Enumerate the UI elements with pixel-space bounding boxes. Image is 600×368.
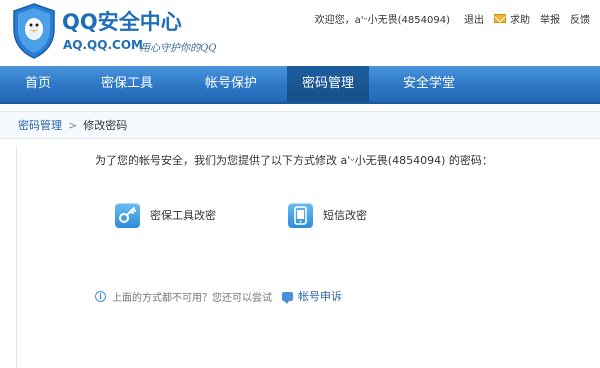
breadcrumb-password-management[interactable]: 密码管理 <box>18 117 62 133</box>
content-panel <box>16 146 600 368</box>
main-nav: 首页 密保工具 帐号保护 密码管理 安全学堂 <box>0 66 600 104</box>
nav-item-password-management[interactable]: 密码管理 <box>287 66 369 102</box>
key-icon <box>115 202 140 228</box>
nav-item-security-tools[interactable]: 密保工具 <box>82 66 172 102</box>
intro-text: 为了您的帐号安全，我们为您提供了以下方式修改 a'ᵕ小无畏(4854094) 的… <box>95 154 493 167</box>
nav-item-home[interactable]: 首页 <box>8 66 68 102</box>
fallback-hint: i 上面的方式都不可用？您还可以尝试 帐号申诉 <box>95 288 342 304</box>
welcome-text: 欢迎您，a'ᵕ小无畏(4854094) <box>314 14 450 26</box>
nav-item-security-school[interactable]: 安全学堂 <box>384 66 474 102</box>
option-security-tool-change[interactable]: 密保工具改密 <box>115 202 216 228</box>
info-icon: i <box>95 290 106 302</box>
phone-icon <box>288 202 313 228</box>
chat-bubble-icon <box>282 291 293 304</box>
top-links: 欢迎您，a'ᵕ小无畏(4854094) 退出 求助 举报 反馈 <box>315 10 600 26</box>
account-appeal-label[interactable]: 帐号申诉 <box>298 288 342 304</box>
breadcrumb-current: 修改密码 <box>83 119 128 132</box>
header: QQ安全中心 AQ.QQ.COM 用心守护你的QQ 欢迎您，a'ᵕ小无畏(485… <box>0 0 600 66</box>
breadcrumb-separator: > <box>68 118 78 132</box>
fallback-text: 上面的方式都不可用？您还可以尝试 <box>112 292 272 304</box>
account-appeal-link[interactable]: 帐号申诉 <box>282 288 342 304</box>
brand-title: QQ安全中心 <box>62 10 182 34</box>
nav-item-account-protection[interactable]: 帐号保护 <box>186 66 276 102</box>
brand-domain: AQ.QQ.COM <box>63 38 143 52</box>
option-security-tool-label[interactable]: 密保工具改密 <box>150 207 216 223</box>
mail-icon[interactable] <box>494 13 506 23</box>
report-link[interactable]: 举报 <box>540 11 560 26</box>
feedback-link[interactable]: 反馈 <box>570 11 590 26</box>
option-sms-change[interactable]: 短信改密 <box>288 202 367 228</box>
brand-slogan: 用心守护你的QQ <box>140 43 217 54</box>
qq-shield-logo-icon <box>13 3 55 59</box>
help-link[interactable]: 求助 <box>510 11 530 26</box>
option-sms-label[interactable]: 短信改密 <box>323 207 367 223</box>
logout-link[interactable]: 退出 <box>464 11 484 26</box>
breadcrumb: 密码管理 > 修改密码 <box>0 111 600 139</box>
